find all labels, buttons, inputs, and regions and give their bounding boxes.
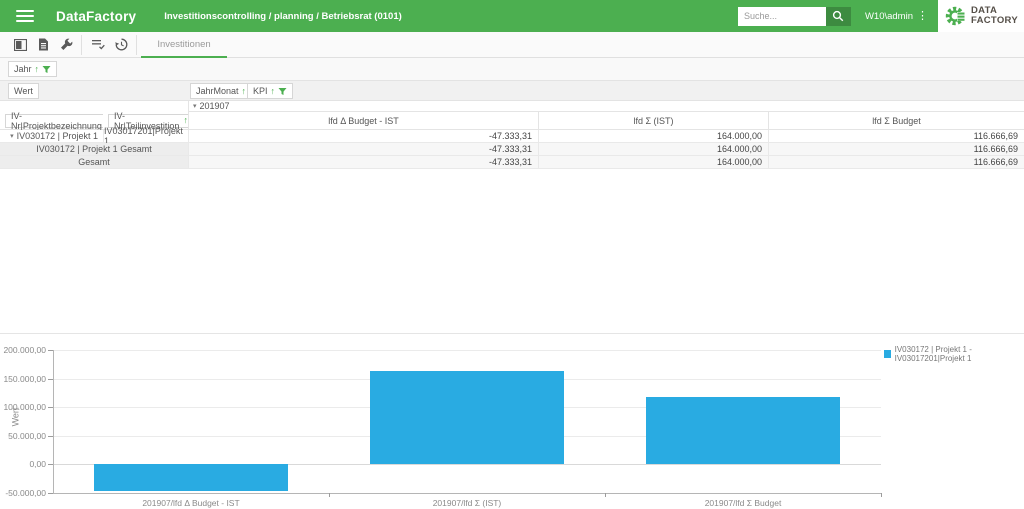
app-title: DataFactory — [56, 9, 136, 24]
value-cell: 116.666,69 — [768, 130, 1024, 143]
menu-icon[interactable] — [16, 10, 34, 22]
gear-logo-icon — [944, 4, 968, 28]
pivot-table: ▾ 201907 IV-Nr|Projektbezeichnung ↑ IV-N… — [0, 101, 1024, 169]
chip-label: KPI — [253, 86, 268, 96]
gridline — [53, 350, 881, 351]
legend-swatch — [884, 350, 891, 358]
search-box — [738, 7, 851, 26]
bar[interactable] — [370, 371, 563, 464]
bar-chart: Wert 200.000,00150.000,00100.000,0050.00… — [0, 333, 1024, 508]
history-icon[interactable] — [111, 35, 132, 55]
value-cell: -47.333,31 — [188, 143, 538, 156]
search-input[interactable] — [738, 7, 826, 26]
user-name[interactable]: W10\admin — [865, 11, 913, 22]
y-tick-label: -50.000,00 — [0, 488, 46, 498]
filter-funnel-icon[interactable] — [42, 65, 51, 74]
filter-funnel-icon[interactable] — [278, 87, 287, 96]
value-cell: 116.666,69 — [768, 143, 1024, 156]
search-icon — [832, 10, 844, 22]
sort-asc-icon[interactable]: ↑ — [242, 87, 247, 96]
row-label: IV030172 | Projekt 1 — [17, 131, 98, 141]
y-tick-label: 200.000,00 — [0, 345, 46, 355]
y-tick-label: 50.000,00 — [0, 431, 46, 441]
sort-asc-icon[interactable]: ↑ — [35, 65, 40, 74]
list-check-icon[interactable] — [88, 35, 109, 55]
column-header[interactable]: lfd Δ Budget - IST — [188, 112, 538, 130]
user-menu-kebab-icon[interactable]: ⋮ — [917, 11, 928, 22]
table-row-grandtotal: Gesamt -47.333,31 164.000,00 116.666,69 — [0, 156, 1024, 169]
value-cell: -47.333,31 — [188, 130, 538, 143]
report-panel-icon[interactable] — [10, 35, 31, 55]
value-cell: 164.000,00 — [538, 143, 768, 156]
logo-text-line2: FACTORY — [971, 16, 1018, 26]
document-icon[interactable] — [33, 35, 54, 55]
x-tick-mark — [329, 493, 330, 497]
collapse-triangle-icon[interactable]: ▾ — [10, 133, 14, 140]
y-tick-label: 0,00 — [0, 459, 46, 469]
row-header-subinvestment: IV03017201|Projekt 1 — [103, 130, 188, 143]
subtotal-label: IV030172 | Projekt 1 Gesamt — [0, 143, 188, 156]
search-button[interactable] — [826, 7, 851, 26]
value-cell: -47.333,31 — [188, 156, 538, 169]
chip-label: Wert — [14, 86, 33, 96]
chart-plot-layer: 200.000,00 150.000,00 100.000,00 50.000,00 0… — [0, 334, 1024, 509]
row-header-cell: IV-Nr|Projektbezeichnung ↑ — [0, 112, 103, 130]
filter-row-columns: Wert JahrMonat ↑ KPI ↑ — [0, 81, 1024, 101]
table-row: ▾ IV030172 | Projekt 1 IV03017201|Projek… — [0, 130, 1024, 143]
y-axis-line — [53, 350, 54, 493]
value-cell: 164.000,00 — [538, 156, 768, 169]
legend-label: IV030172 | Projekt 1 - IV03017201|Projek… — [895, 345, 1024, 363]
grandtotal-label: Gesamt — [0, 156, 188, 169]
brand-logo: DATA FACTORY — [938, 0, 1024, 32]
y-tick-label: 150.000,00 — [0, 374, 46, 384]
wrench-icon[interactable] — [56, 35, 77, 55]
field-chip-wert[interactable]: Wert — [8, 83, 39, 99]
x-axis-label: 201907/lfd Σ (IST) — [329, 498, 605, 508]
row-header-project[interactable]: ▾ IV030172 | Projekt 1 — [0, 130, 103, 143]
chip-label: JahrMonat — [196, 86, 239, 96]
x-axis-label: 201907/lfd Σ Budget — [605, 498, 881, 508]
bar[interactable] — [94, 464, 287, 491]
field-chip-kpi[interactable]: KPI ↑ — [247, 83, 293, 99]
field-chip-jahr[interactable]: Jahr ↑ — [8, 61, 57, 77]
x-axis-label: 201907/lfd Δ Budget - IST — [53, 498, 329, 508]
toolbar-separator — [81, 35, 82, 55]
breadcrumb: Investitionscontrolling / planning / Bet… — [164, 11, 402, 22]
y-tick-label: 100.000,00 — [0, 402, 46, 412]
tab-label: Investitionen — [157, 39, 210, 50]
column-header[interactable]: lfd Σ Budget — [768, 112, 1024, 130]
bar[interactable] — [646, 397, 839, 464]
filter-row-year: Jahr ↑ — [0, 58, 1024, 81]
tab-investitionen[interactable]: Investitionen — [141, 32, 227, 58]
x-axis-line — [53, 493, 881, 494]
chip-label: Jahr — [14, 64, 32, 74]
x-tick-mark — [881, 493, 882, 497]
chart-legend-item[interactable]: IV030172 | Projekt 1 - IV03017201|Projek… — [884, 345, 1024, 363]
collapse-triangle-icon[interactable]: ▾ — [193, 103, 197, 110]
toolbar-separator — [136, 35, 137, 55]
x-tick-mark — [605, 493, 606, 497]
column-header[interactable]: lfd Σ (IST) — [538, 112, 768, 130]
chip-label: IV-Nr|Projektbezeichnung — [11, 111, 103, 131]
table-row-subtotal: IV030172 | Projekt 1 Gesamt -47.333,31 1… — [0, 143, 1024, 156]
app-header: DataFactory Investitionscontrolling / pl… — [0, 0, 1024, 32]
sort-asc-icon[interactable]: ↑ — [271, 87, 276, 96]
toolbar: Investitionen — [0, 32, 1024, 58]
column-group-header[interactable]: ▾ 201907 — [188, 101, 1024, 112]
value-cell: 164.000,00 — [538, 130, 768, 143]
group-header-label: 201907 — [200, 101, 230, 111]
value-cell: 116.666,69 — [768, 156, 1024, 169]
